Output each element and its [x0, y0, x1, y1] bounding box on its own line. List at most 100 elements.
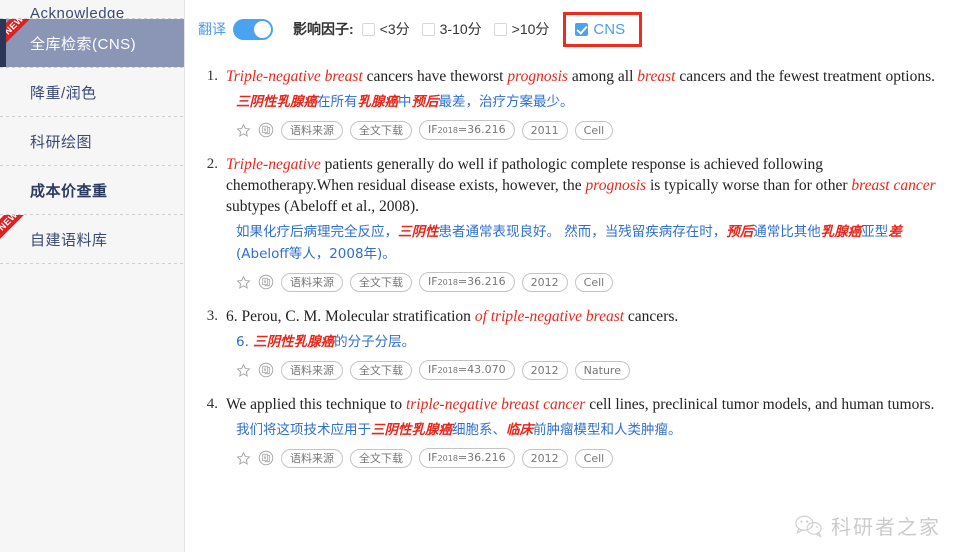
tag-fulltext-download[interactable]: 全文下载 — [350, 272, 412, 292]
checkbox-unchecked-icon[interactable] — [421, 22, 435, 36]
star-icon[interactable] — [236, 122, 251, 138]
filter-if-1[interactable]: 3-10分 — [421, 19, 482, 39]
if-prefix: IF — [428, 363, 438, 376]
impact-factor-label: 影响因子: — [293, 21, 354, 37]
if-year: 2018 — [437, 126, 458, 135]
result-chinese-translation: 6. 三阴性乳腺癌的分子分层。 — [236, 334, 416, 350]
if-value: =36.216 — [457, 451, 506, 464]
sidebar-item-1[interactable]: NEW 全库检索(CNS) — [0, 19, 184, 67]
result-tag-row: 语料来源 全文下载 IF2018=36.216 2012 Cell — [226, 448, 937, 468]
tag-corpus-source[interactable]: 语料来源 — [281, 360, 343, 380]
sidebar: Acknowledge NEW 全库检索(CNS) 降重/润色科研绘图成本价查重 NEW… — [0, 0, 185, 552]
filter-if-0[interactable]: <3分 — [361, 19, 410, 39]
tag-year[interactable]: 2012 — [521, 448, 568, 468]
sidebar-item-label: 科研绘图 — [30, 133, 93, 151]
copy-icon[interactable] — [258, 362, 274, 378]
copy-icon[interactable] — [258, 274, 274, 290]
result-number: 2. — [206, 156, 218, 172]
tag-year[interactable]: 2012 — [521, 272, 568, 292]
tag-corpus-source[interactable]: 语料来源 — [281, 120, 343, 140]
checkbox-unchecked-icon[interactable] — [493, 22, 507, 36]
sidebar-item-label: 成本价查重 — [30, 182, 108, 200]
result-chinese-translation: 我们将这项技术应用于三阴性乳腺癌细胞系、临床前肿瘤模型和人类肿瘤。 — [236, 422, 682, 438]
sidebar-item-label: 全库检索(CNS) — [30, 35, 137, 53]
result-number: 4. — [206, 396, 218, 412]
translate-toggle[interactable] — [233, 18, 273, 40]
app-root: Acknowledge NEW 全库检索(CNS) 降重/润色科研绘图成本价查重 NEW… — [0, 0, 953, 552]
watermark: 科研者之家 — [794, 511, 941, 540]
result-number: 1. — [206, 68, 218, 84]
if-year: 2018 — [437, 278, 458, 287]
result-chinese-translation: 三阴性乳腺癌在所有乳腺癌中预后最差，治疗方案最少。 — [236, 94, 574, 110]
results-list: 1. Triple-negative breast cancers have th… — [185, 58, 953, 468]
filter-label: CNS — [593, 20, 626, 38]
main-panel: 翻译 影响因子: <3分 3-10分 >10分 CNS 1. Triple-negati… — [185, 0, 953, 552]
sidebar-item-0[interactable]: Acknowledge — [0, 0, 184, 18]
result-body: 6. Perou, C. M. Molecular stratification… — [226, 306, 937, 380]
sidebar-item-5[interactable]: NEW 自建语料库 — [0, 215, 184, 263]
result-body: We applied this technique to triple-nega… — [226, 394, 937, 468]
if-prefix: IF — [428, 123, 438, 136]
result-english-text: Triple-negative breast cancers have thew… — [226, 68, 935, 85]
if-value: =36.216 — [457, 123, 506, 136]
result-item: 1. Triple-negative breast cancers have th… — [185, 66, 953, 140]
result-body: Triple-negative breast cancers have thew… — [226, 66, 937, 140]
result-item: 3. 6. Perou, C. M. Molecular stratificati… — [185, 306, 953, 380]
copy-icon[interactable] — [258, 122, 274, 138]
star-icon[interactable] — [236, 450, 251, 466]
result-body: Triple-negative patients generally do we… — [226, 154, 937, 292]
tag-impact-factor[interactable]: IF2018=36.216 — [419, 120, 515, 140]
tag-journal[interactable]: Cell — [574, 448, 614, 468]
filter-label: 3-10分 — [439, 21, 482, 37]
filter-cns[interactable]: CNS — [563, 11, 643, 47]
tag-corpus-source[interactable]: 语料来源 — [281, 272, 343, 292]
tag-corpus-source[interactable]: 语料来源 — [281, 448, 343, 468]
result-chinese-translation: 如果化疗后病理完全反应，三阴性患者通常表现良好。 然而，当残留疾病存在时，预后通… — [236, 224, 902, 262]
wechat-icon — [795, 515, 822, 538]
filter-label: <3分 — [379, 21, 410, 37]
result-tag-row: 语料来源 全文下载 IF2018=36.216 2012 Cell — [226, 272, 937, 292]
star-icon[interactable] — [236, 362, 251, 378]
if-prefix: IF — [428, 275, 438, 288]
translate-label: 翻译 — [198, 21, 226, 37]
impact-factor-filters: <3分 3-10分 >10分 CNS — [361, 11, 654, 47]
tag-year[interactable]: 2012 — [521, 360, 568, 380]
tag-year[interactable]: 2011 — [521, 120, 568, 140]
tag-impact-factor[interactable]: IF2018=36.216 — [419, 272, 515, 292]
tag-impact-factor[interactable]: IF2018=43.070 — [419, 360, 515, 380]
result-tag-row: 语料来源 全文下载 IF2018=43.070 2012 Nature — [226, 360, 937, 380]
checkbox-checked-icon[interactable] — [575, 22, 589, 36]
result-english-text: We applied this technique to triple-nega… — [226, 396, 935, 413]
result-tag-row: 语料来源 全文下载 IF2018=36.216 2011 Cell — [226, 120, 937, 140]
sidebar-item-2[interactable]: 降重/润色 — [0, 68, 184, 116]
filter-if-2[interactable]: >10分 — [493, 19, 550, 39]
tag-journal[interactable]: Cell — [574, 272, 614, 292]
filter-toolbar: 翻译 影响因子: <3分 3-10分 >10分 CNS — [185, 0, 953, 58]
sidebar-item-label: 自建语料库 — [30, 231, 108, 249]
result-item: 4. We applied this technique to triple-ne… — [185, 394, 953, 468]
sidebar-item-label: Acknowledge — [30, 5, 125, 18]
result-english-text: Triple-negative patients generally do we… — [226, 156, 936, 215]
tag-fulltext-download[interactable]: 全文下载 — [350, 120, 412, 140]
sidebar-divider — [0, 263, 184, 264]
result-item: 2. Triple-negative patients generally do … — [185, 154, 953, 292]
star-icon[interactable] — [236, 274, 251, 290]
sidebar-item-4[interactable]: 成本价查重 — [0, 166, 184, 214]
tag-journal[interactable]: Cell — [574, 120, 614, 140]
if-value: =43.070 — [457, 363, 506, 376]
result-number: 3. — [206, 308, 218, 324]
tag-impact-factor[interactable]: IF2018=36.216 — [419, 448, 515, 468]
tag-fulltext-download[interactable]: 全文下载 — [350, 360, 412, 380]
tag-journal[interactable]: Nature — [574, 360, 630, 380]
translate-toggle-knob — [254, 20, 271, 38]
result-english-text: 6. Perou, C. M. Molecular stratification… — [226, 308, 679, 325]
if-prefix: IF — [428, 451, 438, 464]
copy-icon[interactable] — [258, 450, 274, 466]
tag-fulltext-download[interactable]: 全文下载 — [350, 448, 412, 468]
sidebar-item-3[interactable]: 科研绘图 — [0, 117, 184, 165]
watermark-text: 科研者之家 — [831, 515, 941, 539]
checkbox-unchecked-icon[interactable] — [361, 22, 375, 36]
sidebar-item-label: 降重/润色 — [30, 84, 97, 102]
if-year: 2018 — [437, 454, 458, 463]
filter-label: >10分 — [511, 21, 550, 37]
